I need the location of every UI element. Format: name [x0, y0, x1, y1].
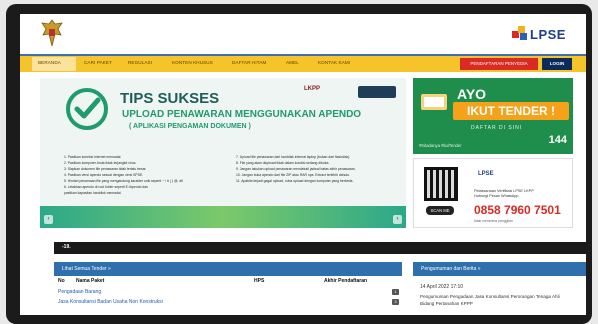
row-count-badge: 3	[392, 299, 399, 305]
column-header-akhir-pendaftaran: Akhir Pendaftaran	[324, 278, 368, 284]
news-date: 14 April 2022 17:10	[420, 284, 464, 290]
ikut-tender-banner[interactable]: AYO IKUT TENDER ! DAFTAR DI SINI #Kitada…	[413, 78, 573, 154]
banner-daftar: DAFTAR DI SINI	[471, 125, 523, 131]
whatsapp-verification-banner[interactable]: SCAN ME LPSE Pelaksanaan Verifikasi LPSE…	[413, 158, 573, 228]
table-row[interactable]: Pengadaan Barang	[58, 289, 101, 295]
hero-subtitle: UPLOAD PENAWARAN MENGGUNAKAN APENDO	[122, 109, 362, 120]
lkpp-logo: LKPP	[304, 86, 321, 92]
checkmark-icon	[66, 88, 108, 130]
nav-item-konten-khusus[interactable]: KONTEN KHUSUS	[172, 60, 213, 65]
monitor-frame: LPSE BERANDA CARI PAKET REGULASI KONTEN …	[6, 4, 592, 324]
banner-hashtag: #Kitadanya #kuiTender	[419, 143, 462, 148]
mini-lpse-logo: LPSE	[478, 171, 494, 177]
column-header-no: No	[58, 278, 65, 284]
news-item-link[interactable]: Pengumuman Pengadaan Jasa Konsultansi Pe…	[420, 293, 570, 307]
tender-panel-title[interactable]: Lihat Semua Tender »	[62, 266, 111, 272]
lpse-logo[interactable]: LPSE	[510, 23, 566, 45]
carousel-next-icon[interactable]: ›	[393, 215, 402, 224]
verification-line-2: Hubungi Pesan WhatsApp	[474, 194, 519, 198]
login-button[interactable]: LOGIN	[542, 58, 572, 70]
hero-subtitle-2: ( APLIKASI PENGAMAN DOKUMEN )	[129, 123, 251, 130]
partner-badge-icon	[358, 86, 396, 98]
lpse-cubes-icon	[512, 26, 527, 40]
whatsapp-phone-number: 0858 7960 7501	[474, 203, 561, 217]
verification-text: Pelaksanaan Verifikasi LPSE LKPP Hubungi…	[474, 189, 534, 199]
news-panel-title[interactable]: Pengumuman dan Berita »	[421, 266, 480, 272]
banner-number: 144	[548, 134, 567, 146]
banner-ikut-tender: IKUT TENDER !	[453, 102, 569, 120]
table-row[interactable]: Jasa Konsultansi Badan Usaha Non Konstru…	[58, 299, 163, 305]
nav-item-amel[interactable]: AMEL	[286, 60, 299, 65]
garuda-emblem-icon[interactable]	[40, 18, 64, 48]
nav-item-regulasi[interactable]: REGULASI	[128, 60, 152, 65]
lpse-logo-text: LPSE	[530, 27, 566, 42]
hero-title: TIPS SUKSES	[120, 90, 220, 107]
hero-carousel[interactable]: TIPS SUKSES UPLOAD PENAWARAN MENGGUNAKAN…	[40, 78, 406, 228]
banner-ayo: AYO	[457, 86, 487, 102]
register-provider-button[interactable]: PENDAFTARAN PENYEDIA	[460, 58, 538, 70]
main-nav: BERANDA CARI PAKET REGULASI KONTEN KHUSU…	[20, 54, 586, 72]
top-header: LPSE	[20, 14, 586, 54]
ticker-text: -19.	[62, 244, 71, 250]
tips-list-left: 1. Pastikan koneksi internet memadai. 2.…	[64, 154, 183, 196]
hero-wave-stripe	[40, 206, 406, 228]
announcement-ticker: -19.	[54, 242, 586, 254]
scan-me-label: SCAN ME	[426, 206, 454, 215]
tip-item: pastikan kapasitas harddisk memadai.	[64, 191, 122, 195]
nav-item-daftar-hitam[interactable]: DAFTAR HITAM	[232, 60, 266, 65]
row-count-badge: 1	[392, 289, 399, 295]
nav-item-kontak-kami[interactable]: KONTAK KAMI	[318, 60, 350, 65]
news-panel-header[interactable]: Pengumuman dan Berita »	[413, 262, 586, 276]
browser-screen: LPSE BERANDA CARI PAKET REGULASI KONTEN …	[20, 14, 586, 315]
phone-note: tidak menerima panggilan	[474, 219, 513, 223]
laptop-hand-icon	[421, 94, 447, 110]
column-header-nama-paket: Nama Paket	[76, 278, 105, 284]
nav-item-cari-paket[interactable]: CARI PAKET	[84, 60, 112, 65]
carousel-prev-icon[interactable]: ‹	[44, 215, 53, 224]
tips-list-right: 7. Upload file penawaran dari harddisk i…	[236, 154, 356, 184]
tender-panel-header[interactable]: Lihat Semua Tender »	[54, 262, 402, 276]
tip-item: 11. Apabila terjadi gagal upload, coba u…	[236, 179, 354, 183]
nav-item-beranda[interactable]: BERANDA	[38, 60, 61, 65]
column-header-hps: HPS	[254, 278, 265, 284]
qr-code-icon	[424, 167, 458, 201]
